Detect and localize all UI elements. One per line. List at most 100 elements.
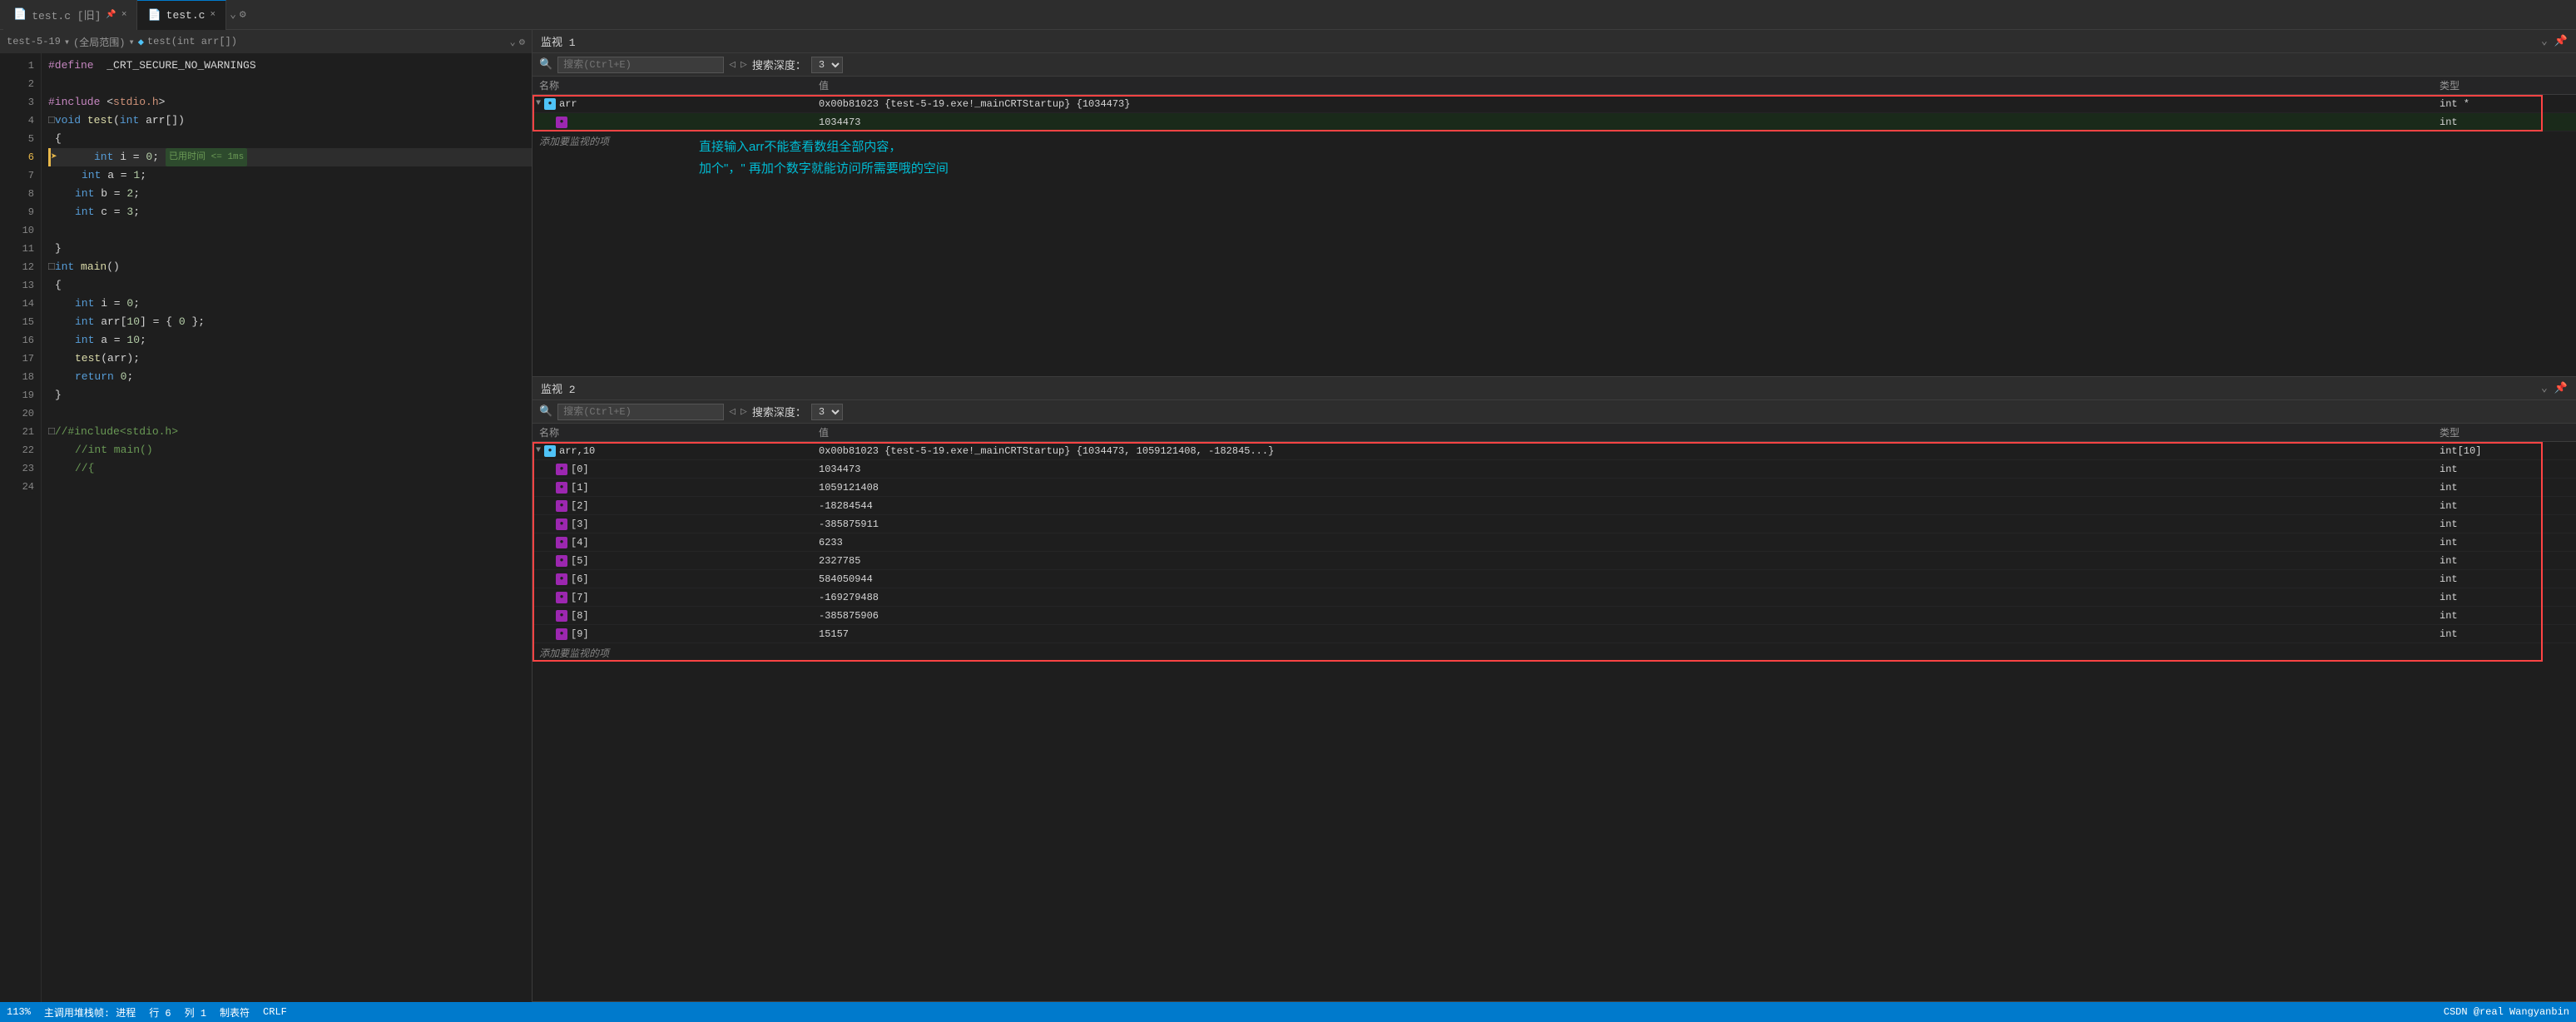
watch2-value-1: 1059121408	[819, 482, 2440, 494]
watch2-row-2[interactable]: ● [2] -18284544 int	[533, 497, 2576, 515]
watch2-name-9: [9]	[571, 628, 589, 640]
watch2-value-4: 6233	[819, 537, 2440, 548]
editor-collapse-icon[interactable]: ⌄	[510, 36, 516, 48]
watch1-collapse-icon[interactable]: ⌄	[2541, 35, 2548, 47]
watch2-type-3: int	[2440, 518, 2573, 530]
watch2-icon-2: ●	[556, 500, 567, 512]
watch2-content: ▼ ● arr,10 0x00b81023 {test-5-19.exe!_ma…	[533, 442, 2576, 1001]
tab-icon: 📄	[147, 9, 161, 22]
breadcrumb-config[interactable]: test-5-19	[7, 36, 61, 47]
watch2-icon-7: ●	[556, 592, 567, 603]
breadcrumb-scope[interactable]: (全局范围)	[73, 35, 125, 49]
watch-panel-1: 监视 1 ⌄ 📌 🔍 ◁ ▷ 搜索深度： 31245	[533, 30, 2576, 377]
watch1-pin-icon[interactable]: 📌	[2554, 35, 2568, 47]
tab-close[interactable]: ×	[210, 10, 215, 20]
watch2-expand-arr10[interactable]: ▼	[536, 446, 541, 455]
line-num-10: 10	[0, 221, 34, 240]
watch1-icon-ptr: ●	[556, 117, 567, 128]
breadcrumb: test-5-19 ▾ (全局范围) ▾ ◆ test(int arr[]) ⌄…	[0, 30, 532, 53]
watch2-icon-0: ●	[556, 464, 567, 475]
line-num-5: 5	[0, 130, 34, 148]
watch1-value-ptr: 1034473	[819, 117, 2440, 128]
code-line-1: #define _CRT_SECURE_NO_WARNINGS	[48, 57, 532, 75]
watch2-nav-prev[interactable]: ◁	[729, 405, 736, 418]
line-num-20: 20	[0, 404, 34, 423]
code-lines[interactable]: #define _CRT_SECURE_NO_WARNINGS #include…	[42, 53, 532, 1002]
watch2-name-7: [7]	[571, 592, 589, 603]
status-author: CSDN @real Wangyanbin	[2444, 1006, 2569, 1018]
watch1-nav-prev[interactable]: ◁	[729, 58, 736, 71]
status-line: 行 6	[149, 1005, 171, 1020]
watch2-row-8[interactable]: ● [8] -385875906 int	[533, 607, 2576, 625]
tab-bar: 📄 test.c [旧] 📌 × 📄 test.c × ⌄ ⚙	[0, 0, 2576, 30]
status-crlf: CRLF	[263, 1006, 287, 1018]
watch2-icon-6: ●	[556, 573, 567, 585]
code-line-4: □void test(int arr[])	[48, 112, 532, 130]
watch1-row-ptr[interactable]: ● 1034473 int	[533, 113, 2576, 131]
editor-settings-icon[interactable]: ⚙	[519, 36, 525, 48]
watch2-search-input[interactable]	[557, 404, 724, 420]
watch2-icon-9: ●	[556, 628, 567, 640]
code-line-6: ➤ int i = 0; 已用时间 <= 1ms	[48, 148, 532, 166]
watch2-row-4[interactable]: ● [4] 6233 int	[533, 533, 2576, 552]
line-num-14: 14	[0, 295, 34, 313]
code-line-21: □//#include<stdio.h>	[48, 423, 532, 441]
line-num-9: 9	[0, 203, 34, 221]
watch2-type-2: int	[2440, 500, 2573, 512]
tab-icon-old: 📄	[13, 8, 27, 21]
status-zoom: 113%	[7, 1006, 31, 1018]
watch2-row-7[interactable]: ● [7] -169279488 int	[533, 588, 2576, 607]
line-num-24: 24	[0, 478, 34, 496]
code-line-12: □int main()	[48, 258, 532, 276]
line-num-4: 4	[0, 112, 34, 130]
watch1-content: ▼ ● arr 0x00b81023 {test-5-19.exe!_mainC…	[533, 95, 2576, 376]
breadcrumb-arrow1: ▾	[64, 36, 70, 48]
status-tab: 制表符	[220, 1005, 250, 1020]
watch2-pin-icon[interactable]: 📌	[2554, 382, 2568, 394]
watch2-title: 监视 2	[541, 380, 576, 396]
watch1-search-icon: 🔍	[539, 58, 552, 71]
watch2-col-type: 类型	[2440, 425, 2573, 439]
line-num-12: 12	[0, 258, 34, 276]
tab-expand-button[interactable]: ⌄	[230, 8, 236, 21]
code-line-16: int a = 10;	[48, 331, 532, 350]
status-call-stack: 主调用堆栈帧: 进程	[44, 1005, 136, 1020]
watch2-row-9[interactable]: ● [9] 15157 int	[533, 625, 2576, 643]
code-line-14: int i = 0;	[48, 295, 532, 313]
watch2-row-1[interactable]: ● [1] 1059121408 int	[533, 479, 2576, 497]
watch1-nav-next[interactable]: ▷	[741, 58, 747, 71]
line-num-11: 11	[0, 240, 34, 258]
code-line-13: {	[48, 276, 532, 295]
breadcrumb-func[interactable]: test(int arr[])	[147, 36, 237, 47]
watch1-row-arr[interactable]: ▼ ● arr 0x00b81023 {test-5-19.exe!_mainC…	[533, 95, 2576, 113]
breadcrumb-icon: ◆	[138, 36, 144, 48]
line-num-1: 1	[0, 57, 34, 75]
watch1-search-input[interactable]	[557, 57, 724, 73]
watch2-value-0: 1034473	[819, 464, 2440, 475]
tab-test-c[interactable]: 📄 test.c ×	[137, 0, 226, 30]
watch1-header: 监视 1 ⌄ 📌	[533, 30, 2576, 53]
watch2-icon-3: ●	[556, 518, 567, 530]
code-area: 1 2 3 4 5 6 7 8 9 10 11 12 13 14 15 16 1	[0, 53, 532, 1002]
line-num-2: 2	[0, 75, 34, 93]
watch1-type-ptr: int	[2440, 117, 2573, 128]
watch2-row-arr10[interactable]: ▼ ● arr,10 0x00b81023 {test-5-19.exe!_ma…	[533, 442, 2576, 460]
watch1-expand-arr[interactable]: ▼	[536, 99, 541, 108]
watch2-collapse-icon[interactable]: ⌄	[2541, 382, 2548, 394]
watch2-add-row[interactable]: 添加要监视的项	[533, 643, 2576, 662]
watch2-depth-select[interactable]: 31245	[811, 404, 843, 420]
tab-test-c-old[interactable]: 📄 test.c [旧] 📌 ×	[3, 0, 137, 30]
watch2-icon-1: ●	[556, 482, 567, 494]
watch1-depth-select[interactable]: 31245	[811, 57, 843, 73]
watch2-row-0[interactable]: ● [0] 1034473 int	[533, 460, 2576, 479]
watch2-value-2: -18284544	[819, 500, 2440, 512]
watch2-row-3[interactable]: ● [3] -385875911 int	[533, 515, 2576, 533]
watch2-row-6[interactable]: ● [6] 584050944 int	[533, 570, 2576, 588]
watch2-row-5[interactable]: ● [5] 2327785 int	[533, 552, 2576, 570]
watch2-nav-next[interactable]: ▷	[741, 405, 747, 418]
tab-settings-button[interactable]: ⚙	[240, 8, 246, 21]
tab-close-old[interactable]: ×	[121, 10, 127, 20]
watch2-name-8: [8]	[571, 610, 589, 622]
watch2-value-8: -385875906	[819, 610, 2440, 622]
watch1-col-name: 名称	[536, 78, 819, 92]
